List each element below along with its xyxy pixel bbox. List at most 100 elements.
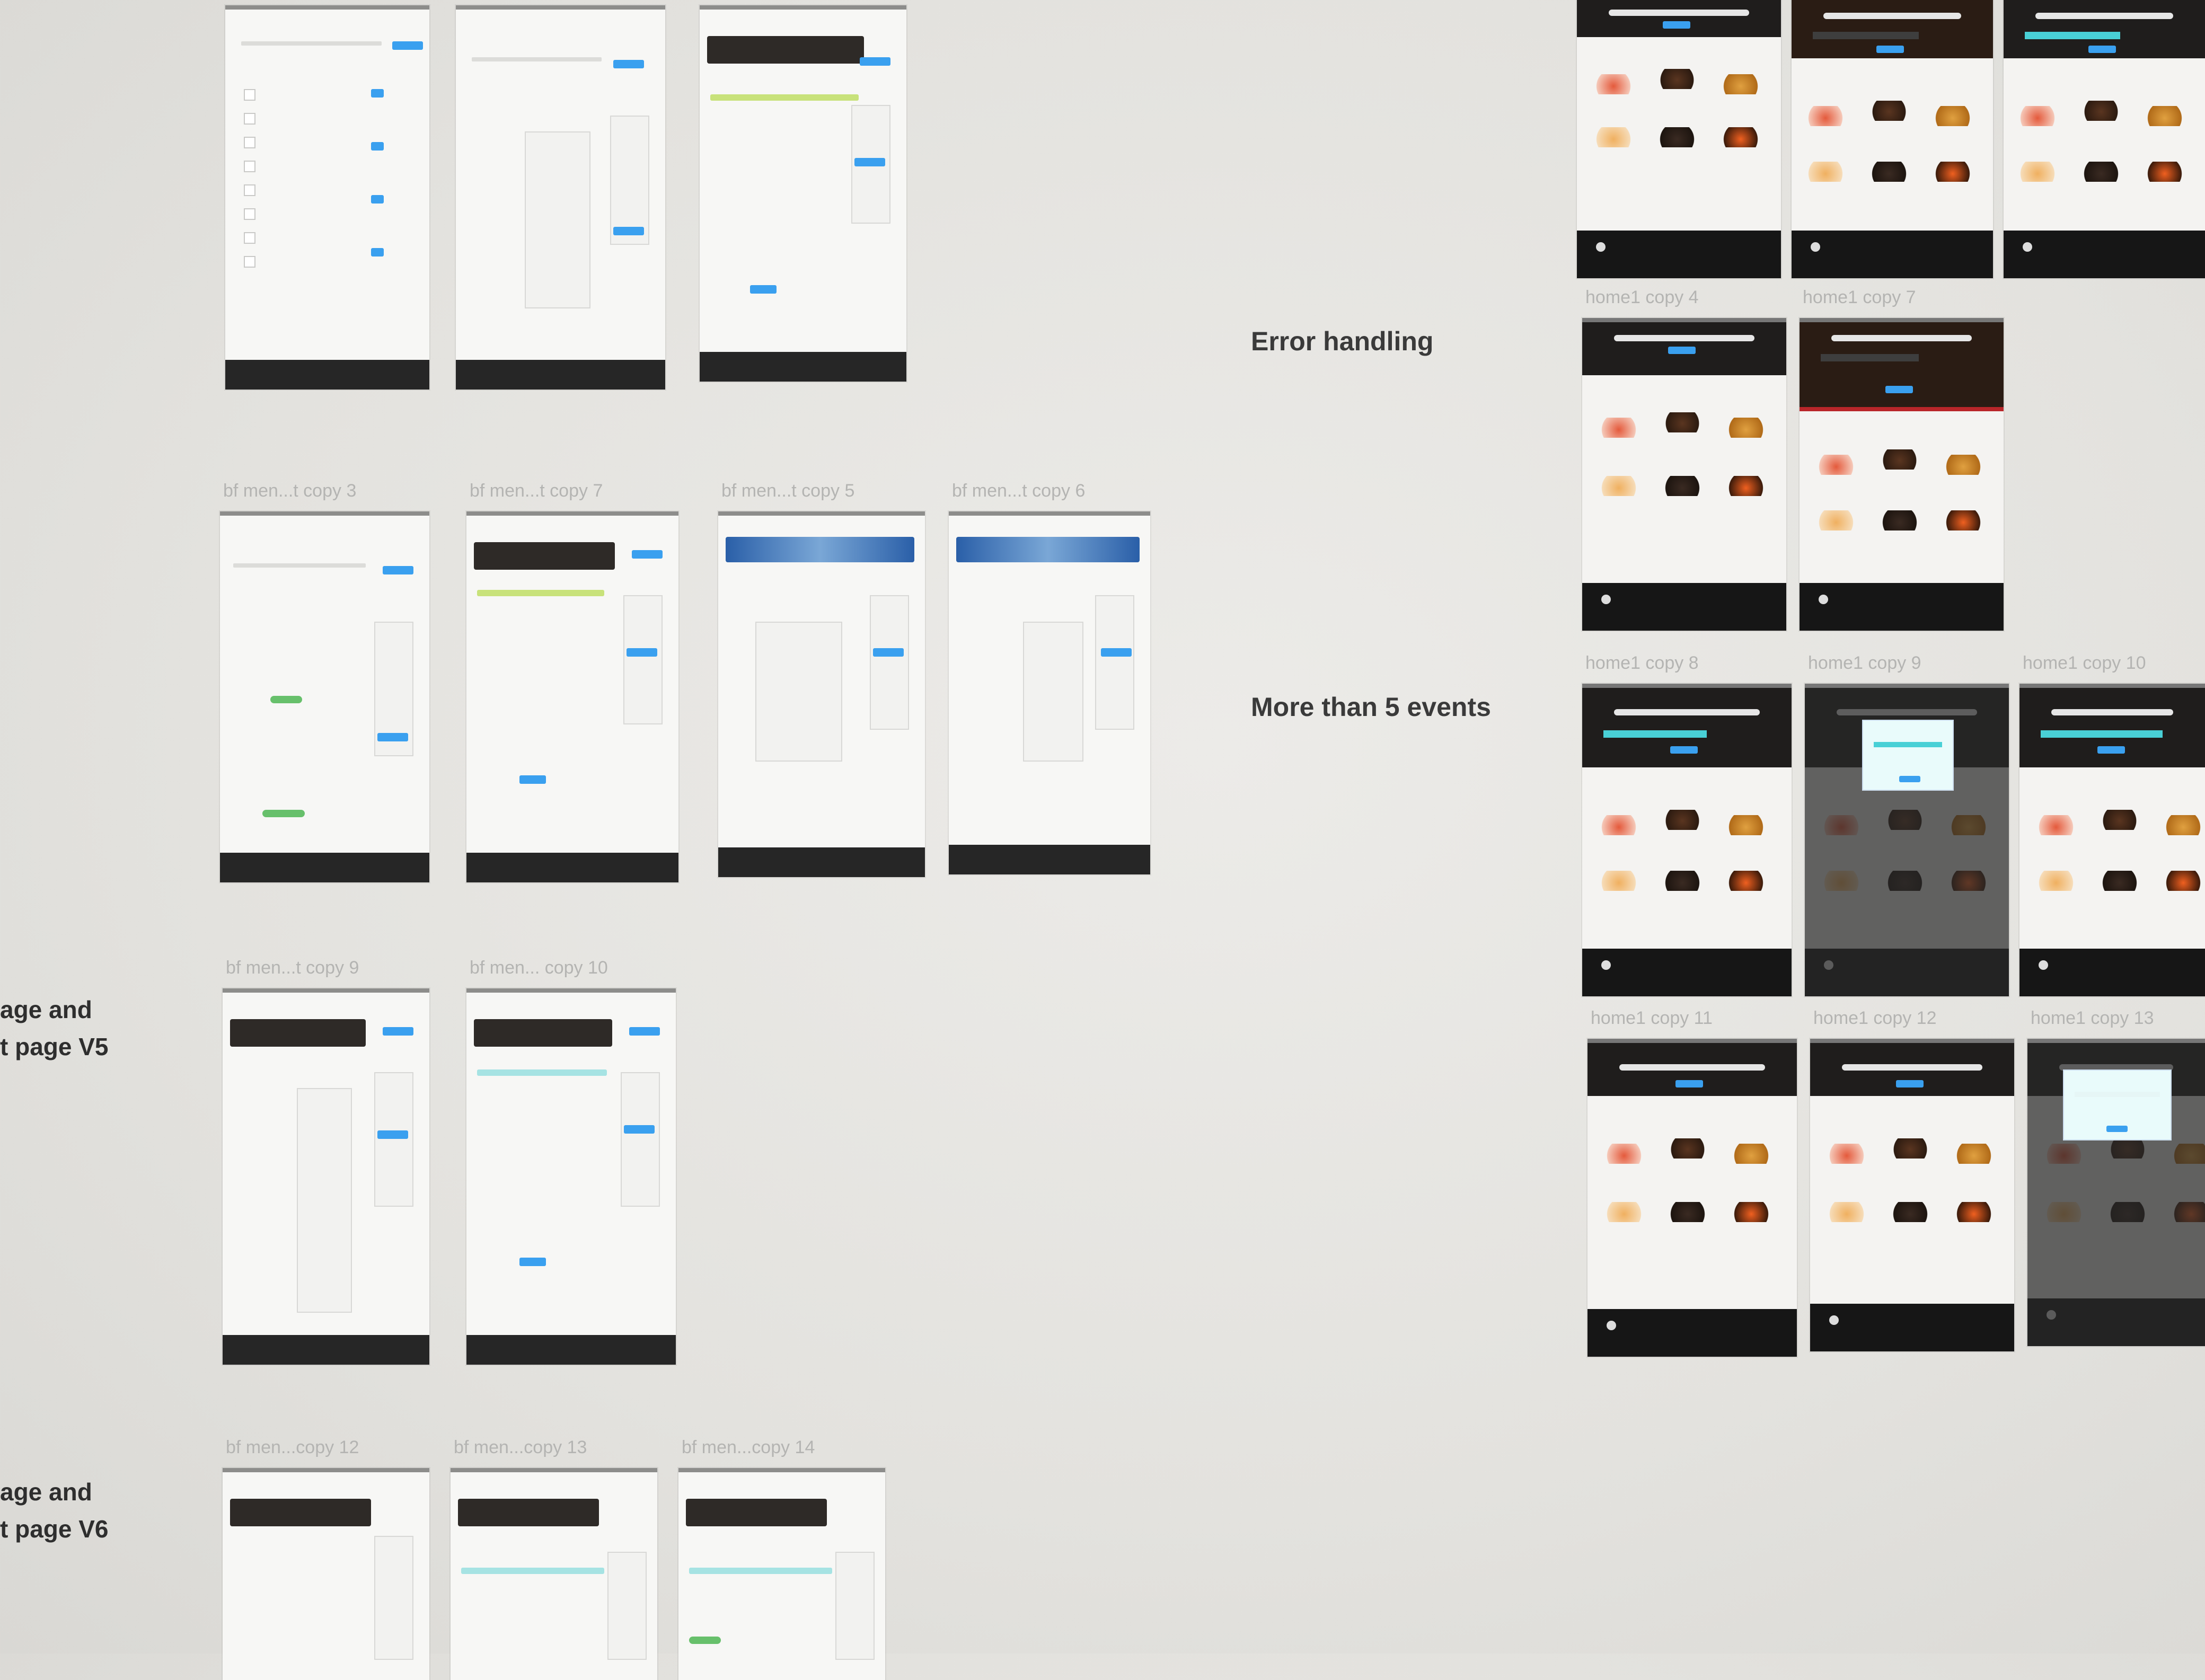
artboard-home-copy-12[interactable]: home1 copy 12 xyxy=(1810,1008,2014,1351)
artboard-home-top-3[interactable] xyxy=(2004,0,2205,278)
food-tile xyxy=(1598,476,1639,496)
food-tile xyxy=(2144,162,2185,182)
artboard-bf-copy-5[interactable]: bf men...t copy 5 xyxy=(718,481,925,877)
home-header xyxy=(1792,0,1993,58)
primary-button xyxy=(377,1130,408,1139)
artboard-bf-copy-9[interactable]: bf men...t copy 9 xyxy=(223,958,429,1365)
artboard-home-copy-7[interactable]: home1 copy 7 xyxy=(1800,287,2004,631)
progress-bar xyxy=(477,590,604,596)
content-panel xyxy=(525,131,590,308)
artboard-frame xyxy=(678,1468,885,1680)
modal-button[interactable] xyxy=(1899,776,1920,782)
artboard-frame xyxy=(451,1468,657,1680)
food-tile xyxy=(1953,1202,1995,1222)
artboard-home-copy-9[interactable]: home1 copy 9 xyxy=(1805,653,2009,996)
artboard-label: home1 copy 9 xyxy=(1808,653,1921,673)
artboard-label: home1 copy 8 xyxy=(1585,653,1699,673)
artboard-footer xyxy=(225,360,429,390)
home-footer xyxy=(1577,231,1781,278)
food-tile xyxy=(1805,106,1846,126)
food-tile xyxy=(2035,815,2077,835)
home-footer xyxy=(1587,1309,1797,1357)
artboard-frame xyxy=(1810,1039,2014,1351)
artboard-label: bf men...t copy 7 xyxy=(470,481,603,501)
hero-banner xyxy=(686,1499,827,1526)
row-line xyxy=(233,563,366,568)
side-panel xyxy=(1095,595,1134,730)
food-tile xyxy=(1826,1202,1867,1222)
side-panel xyxy=(870,595,909,730)
artboard-label: home1 copy 4 xyxy=(1585,287,1699,307)
artboard-label: home1 copy 7 xyxy=(1803,287,1916,307)
food-tile xyxy=(1731,1202,1772,1222)
food-tile xyxy=(1598,871,1639,891)
food-tile xyxy=(1953,1144,1995,1164)
artboard-frame xyxy=(1582,318,1786,631)
side-panel xyxy=(374,1536,413,1660)
primary-button xyxy=(629,1027,660,1036)
food-tile xyxy=(2017,106,2058,126)
artboard-bf-copy-3[interactable]: bf men...t copy 3 xyxy=(220,481,429,882)
primary-button xyxy=(860,57,890,66)
food-tile xyxy=(1725,815,1767,835)
artboard-bf-copy-10[interactable]: bf men... copy 10 xyxy=(466,958,676,1365)
food-tile xyxy=(2035,871,2077,891)
list-button xyxy=(371,89,384,98)
artboard-label: home1 copy 12 xyxy=(1813,1008,1937,1028)
artboard-bf-copy-13[interactable]: bf men...copy 13 xyxy=(451,1437,657,1680)
left-label-v6-line1: age and xyxy=(0,1478,92,1506)
home-header xyxy=(1587,1043,1797,1096)
checkbox xyxy=(244,256,255,268)
artboard-label: bf men...t copy 6 xyxy=(952,481,1086,501)
home-footer xyxy=(1582,583,1786,631)
artboard-footer xyxy=(220,853,429,882)
artboard-home-copy-13[interactable]: home1 copy 13 xyxy=(2027,1008,2205,1346)
artboard-hero-a[interactable] xyxy=(700,5,906,382)
modal-button[interactable] xyxy=(2106,1126,2128,1132)
artboard-form-a[interactable] xyxy=(456,5,665,390)
food-tile xyxy=(1932,106,1973,126)
artboard-home-top-1[interactable] xyxy=(1577,0,1781,278)
side-panel xyxy=(623,595,663,724)
primary-button xyxy=(613,227,644,235)
artboard-frame xyxy=(1587,1039,1797,1357)
artboard-home-top-2[interactable] xyxy=(1792,0,1993,278)
primary-button xyxy=(632,550,663,559)
progress-bar xyxy=(461,1568,604,1574)
primary-button xyxy=(873,648,904,657)
home-footer xyxy=(2004,231,2205,278)
artboard-frame xyxy=(1577,0,1781,278)
modal-dialog[interactable] xyxy=(2063,1069,2172,1140)
food-tile xyxy=(1598,815,1639,835)
food-tile xyxy=(1731,1144,1772,1164)
food-tile xyxy=(1667,1202,1708,1222)
modal-dialog[interactable] xyxy=(1862,720,1954,791)
food-tile xyxy=(1890,1202,1931,1222)
artboard-bf-copy-14[interactable]: bf men...copy 14 xyxy=(678,1437,885,1680)
artboard-bf-copy-6[interactable]: bf men...t copy 6 xyxy=(949,481,1150,874)
artboard-frame xyxy=(456,5,665,390)
artboard-frame xyxy=(2004,0,2205,278)
artboard-home-copy-4[interactable]: home1 copy 4 xyxy=(1582,287,1786,631)
artboard-home-copy-8[interactable]: home1 copy 8 xyxy=(1582,653,1792,996)
artboard-home-copy-10[interactable]: home1 copy 10 xyxy=(2019,653,2205,996)
artboard-bf-copy-12[interactable]: bf men...copy 12 xyxy=(223,1437,429,1680)
food-tile xyxy=(1593,74,1634,94)
artboard-frame xyxy=(1805,684,2009,996)
home-header xyxy=(1810,1043,2014,1096)
artboard-frame xyxy=(1792,0,1993,278)
left-label-v5-line1: age and xyxy=(0,996,92,1023)
home-footer xyxy=(1800,583,2004,631)
submit-button xyxy=(750,285,777,294)
artboard-home-copy-11[interactable]: home1 copy 11 xyxy=(1587,1008,1797,1357)
artboard-frame xyxy=(2019,684,2205,996)
content-panel xyxy=(1023,622,1083,762)
artboard-frame xyxy=(700,5,906,382)
artboard-list-a[interactable] xyxy=(225,5,429,390)
food-tile xyxy=(1598,418,1639,438)
food-tile xyxy=(1879,510,1920,530)
artboard-frame xyxy=(223,988,429,1365)
primary-button xyxy=(854,158,885,166)
design-canvas[interactable]: Error handling More than 5 events age an… xyxy=(0,0,2205,1680)
artboard-bf-copy-7[interactable]: bf men...t copy 7 xyxy=(466,481,678,882)
